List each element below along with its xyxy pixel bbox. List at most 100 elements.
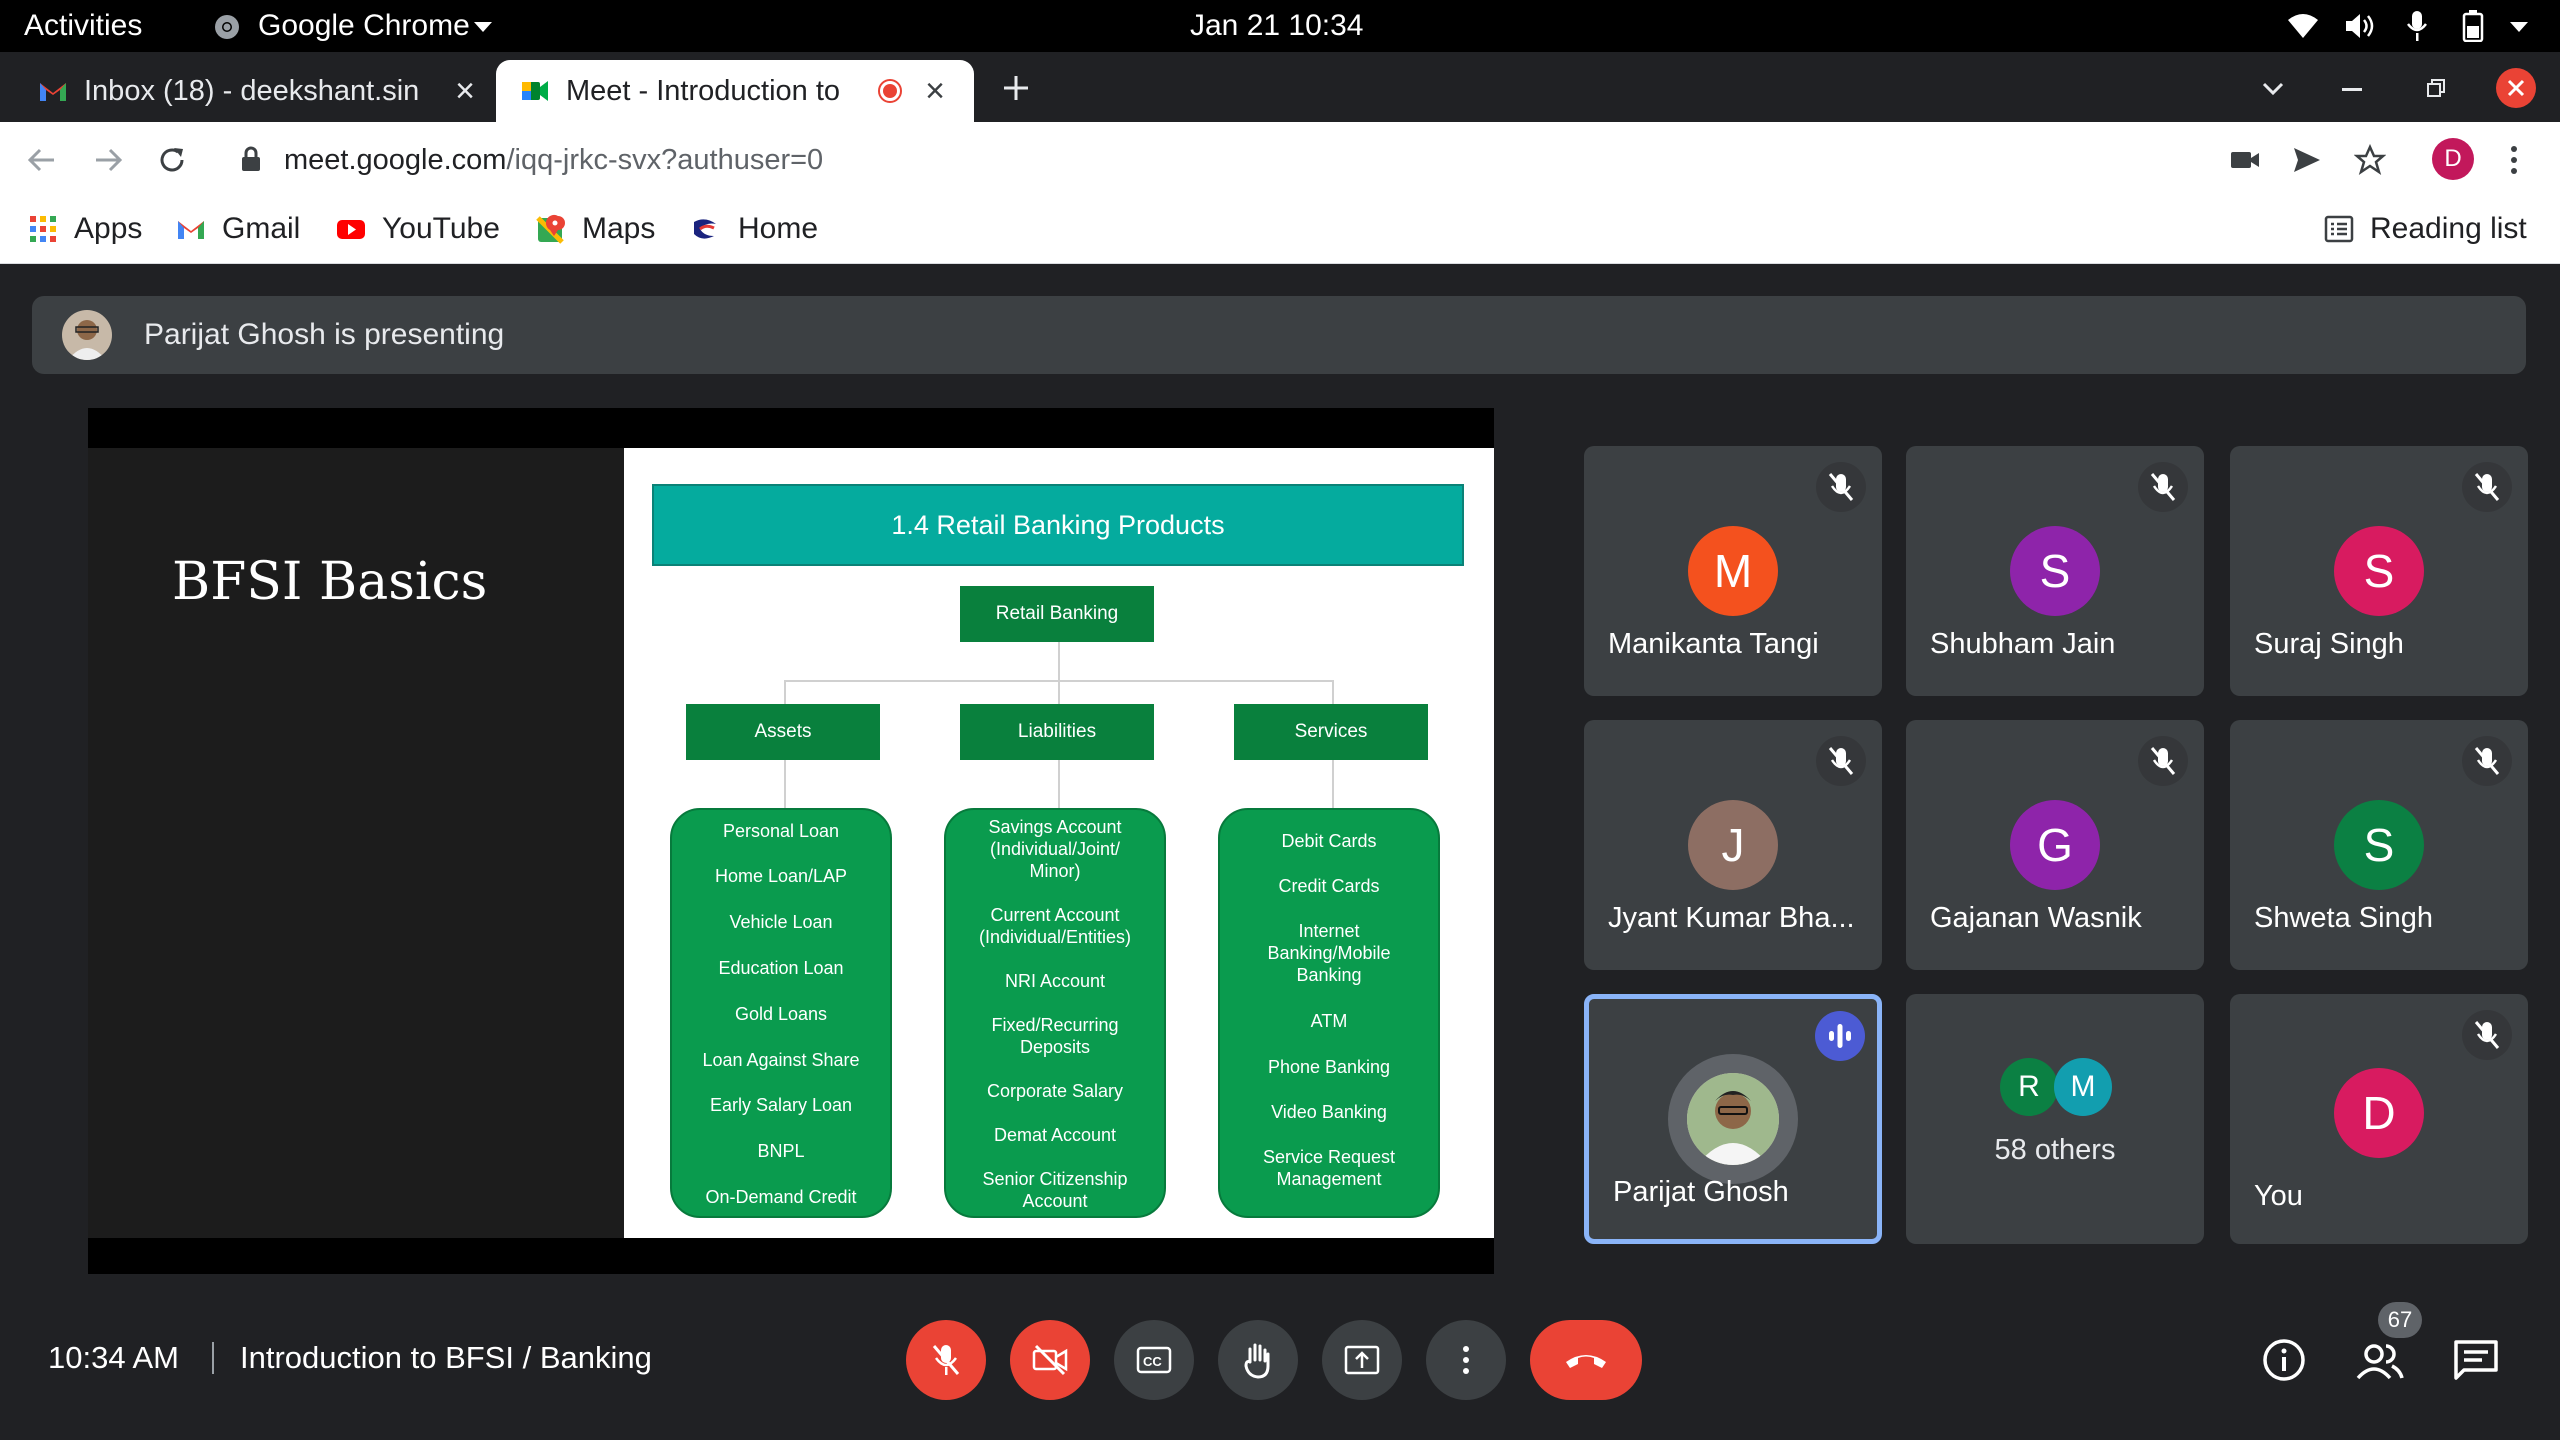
participant-name: Jyant Kumar Bha... [1608,902,1855,934]
speaking-indicator-icon [1815,1011,1865,1061]
avatar: D [2334,1068,2424,1158]
others-tile[interactable]: R M 58 others [1906,994,2204,1244]
services-list: Debit Cards Credit Cards Internet Bankin… [1218,808,1440,1218]
microphone-icon[interactable] [2406,10,2428,42]
tab-meet[interactable]: Meet - Introduction to × [496,60,974,122]
bookmark-label: Home [738,212,819,245]
lock-icon[interactable] [240,146,262,172]
youtube-icon [337,220,365,239]
list-item: Demat Account [993,1125,1117,1145]
forward-icon[interactable] [92,144,124,176]
power-menu-chevron-icon[interactable] [2510,22,2528,32]
connector-line [784,680,1060,682]
avatar: S [2010,526,2100,616]
list-item: NRI Account [1004,971,1106,991]
back-icon[interactable] [26,144,58,176]
address-bar[interactable]: meet.google.com/iqq-jrkc-svx?authuser=0 [220,130,2400,190]
minimize-icon[interactable] [2342,88,2362,92]
presenting-text: Parijat Ghosh is presenting [144,318,505,351]
muted-mic-icon [2138,462,2188,512]
participant-tile[interactable]: M Manikanta Tangi [1584,446,1882,696]
leave-call-button[interactable] [1530,1320,1642,1400]
bookmark-youtube[interactable]: YouTube [336,198,506,260]
close-tab-icon[interactable]: × [916,72,954,110]
captions-button[interactable]: CC [1114,1320,1194,1400]
bookmark-star-icon[interactable] [2354,144,2386,176]
clock[interactable]: Jan 21 10:34 [1190,0,1363,52]
liabilities-list: Savings Account (Individual/Joint/ Minor… [944,808,1166,1218]
meet-controls-bar: 10:34 AM Introduction to BFSI / Banking … [0,1296,2560,1440]
new-tab-icon[interactable] [1000,72,1032,104]
meeting-title: Introduction to BFSI / Banking [240,1340,652,1375]
toggle-mic-button[interactable] [906,1320,986,1400]
more-menu-icon[interactable] [2504,144,2524,176]
bookmark-label: Gmail [222,212,301,245]
bookmark-maps[interactable]: Maps [536,198,676,260]
chevron-down-icon [474,22,492,32]
participant-tile[interactable]: S Shweta Singh [2230,720,2528,970]
chat-icon[interactable] [2446,1330,2506,1390]
presentation-stage[interactable]: BFSI Basics 1.4 Retail Banking Products … [88,408,1494,1274]
list-item: On-Demand Credit [705,1187,857,1207]
muted-mic-icon [2462,462,2512,512]
meeting-details-icon[interactable] [2254,1330,2314,1390]
reload-icon[interactable] [156,144,188,176]
camera-off-icon [1032,1344,1068,1376]
close-tab-icon[interactable]: × [446,72,484,110]
participant-tile-speaking[interactable]: Parijat Ghosh [1584,994,1882,1244]
bookmark-home[interactable]: Home [690,198,830,260]
activities-button[interactable]: Activities [24,0,142,52]
toggle-camera-button[interactable] [1010,1320,1090,1400]
participant-name: Manikanta Tangi [1608,628,1819,660]
list-item: Gold Loans [734,1004,828,1024]
list-item: Fixed/Recurring Deposits [991,1015,1119,1057]
participant-name: Parijat Ghosh [1613,1176,1789,1208]
chrome-icon [215,15,239,39]
volume-icon[interactable] [2344,12,2376,40]
people-icon[interactable] [2350,1330,2410,1390]
raise-hand-button[interactable] [1218,1320,1298,1400]
divider [212,1342,214,1374]
participant-tile-self[interactable]: D You [2230,994,2528,1244]
send-tab-icon[interactable] [2292,146,2322,174]
restore-icon[interactable] [2424,76,2448,100]
closed-captions-icon: CC [1136,1346,1172,1374]
tab-strip: Inbox (18) - deekshant.sin × Meet - Intr… [0,52,2560,122]
more-options-button[interactable] [1426,1320,1506,1400]
bookmark-apps[interactable]: Apps [28,198,158,260]
category-liabilities: Liabilities [960,704,1154,760]
present-screen-icon [1344,1345,1380,1375]
slide-header: 1.4 Retail Banking Products [652,484,1464,566]
participant-tile[interactable]: J Jyant Kumar Bha... [1584,720,1882,970]
bookmark-gmail[interactable]: Gmail [176,198,316,260]
present-screen-button[interactable] [1322,1320,1402,1400]
list-item: ATM [1310,1011,1348,1031]
hang-up-icon [1566,1355,1606,1368]
connector-line [1058,680,1334,682]
bookmark-label: Maps [582,212,656,245]
meet-main: Parijat Ghosh is presenting BFSI Basics … [0,264,2560,1440]
list-item: Current Account (Individual/Entities) [978,905,1132,947]
list-item: Credit Cards [1278,876,1380,896]
connector-line [784,760,786,808]
participant-tile[interactable]: G Gajanan Wasnik [1906,720,2204,970]
tab-inbox[interactable]: Inbox (18) - deekshant.sin × [14,60,494,122]
presenting-banner: Parijat Ghosh is presenting [32,296,2526,374]
profile-avatar[interactable]: D [2432,138,2474,180]
wifi-icon[interactable] [2288,12,2318,40]
category-services: Services [1234,704,1428,760]
recording-icon [878,79,902,103]
others-count-label: 58 others [1994,1134,2116,1166]
participant-tile[interactable]: S Shubham Jain [1906,446,2204,696]
participant-name: Shubham Jain [1930,628,2116,660]
participant-tile[interactable]: S Suraj Singh [2230,446,2528,696]
tab-search-chevron-icon[interactable] [2262,82,2284,96]
battery-icon[interactable] [2462,10,2484,42]
reading-list-button[interactable]: Reading list [2324,198,2554,260]
participant-name: Gajanan Wasnik [1930,902,2142,934]
slide: 1.4 Retail Banking Products Retail Banki… [624,448,1494,1238]
close-window-button[interactable] [2496,68,2536,108]
camera-in-use-icon[interactable] [2230,148,2260,172]
tab-title: Inbox (18) - deekshant.sin [84,75,420,107]
avatar: R [2000,1058,2058,1116]
